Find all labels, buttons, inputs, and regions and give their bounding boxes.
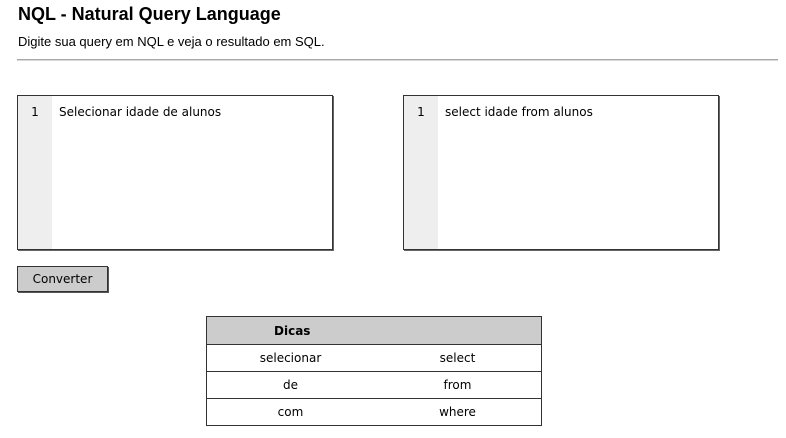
sql-editor-gutter: 1 (404, 96, 438, 249)
table-row: com where (207, 399, 542, 426)
header-divider (17, 59, 778, 61)
sql-editor[interactable]: 1 select idade from alunos (403, 95, 719, 250)
table-row: selecionar select (206, 344, 542, 372)
page-title: NQL - Natural Query Language (18, 4, 281, 24)
page-subtitle: Digite sua query em NQL e veja o resulta… (18, 34, 325, 49)
sql-editor-content[interactable]: select idade from alunos (445, 105, 712, 119)
tips-header: Dicas (206, 316, 542, 345)
tips-table: Dicas selecionar select de from com wher… (206, 316, 542, 426)
convert-button[interactable]: Converter (17, 266, 108, 292)
tip-sql-term: from (374, 371, 542, 399)
nql-editor-content[interactable]: Selecionar idade de alunos (59, 105, 326, 119)
nql-editor-gutter: 1 (18, 96, 52, 249)
tip-nql-term: selecionar (206, 344, 374, 372)
tips-header-row: Dicas (206, 316, 542, 345)
tip-nql-term: com (277, 405, 304, 419)
tips-header-label: Dicas (274, 323, 311, 338)
table-row: de from (206, 371, 542, 399)
sql-line-number: 1 (417, 105, 425, 119)
nql-line-number: 1 (31, 105, 39, 119)
tip-nql-term: de (206, 371, 374, 399)
nql-editor[interactable]: 1 Selecionar idade de alunos (17, 95, 333, 250)
tip-sql-term: select (374, 344, 542, 372)
tip-sql-term: where (439, 405, 476, 419)
